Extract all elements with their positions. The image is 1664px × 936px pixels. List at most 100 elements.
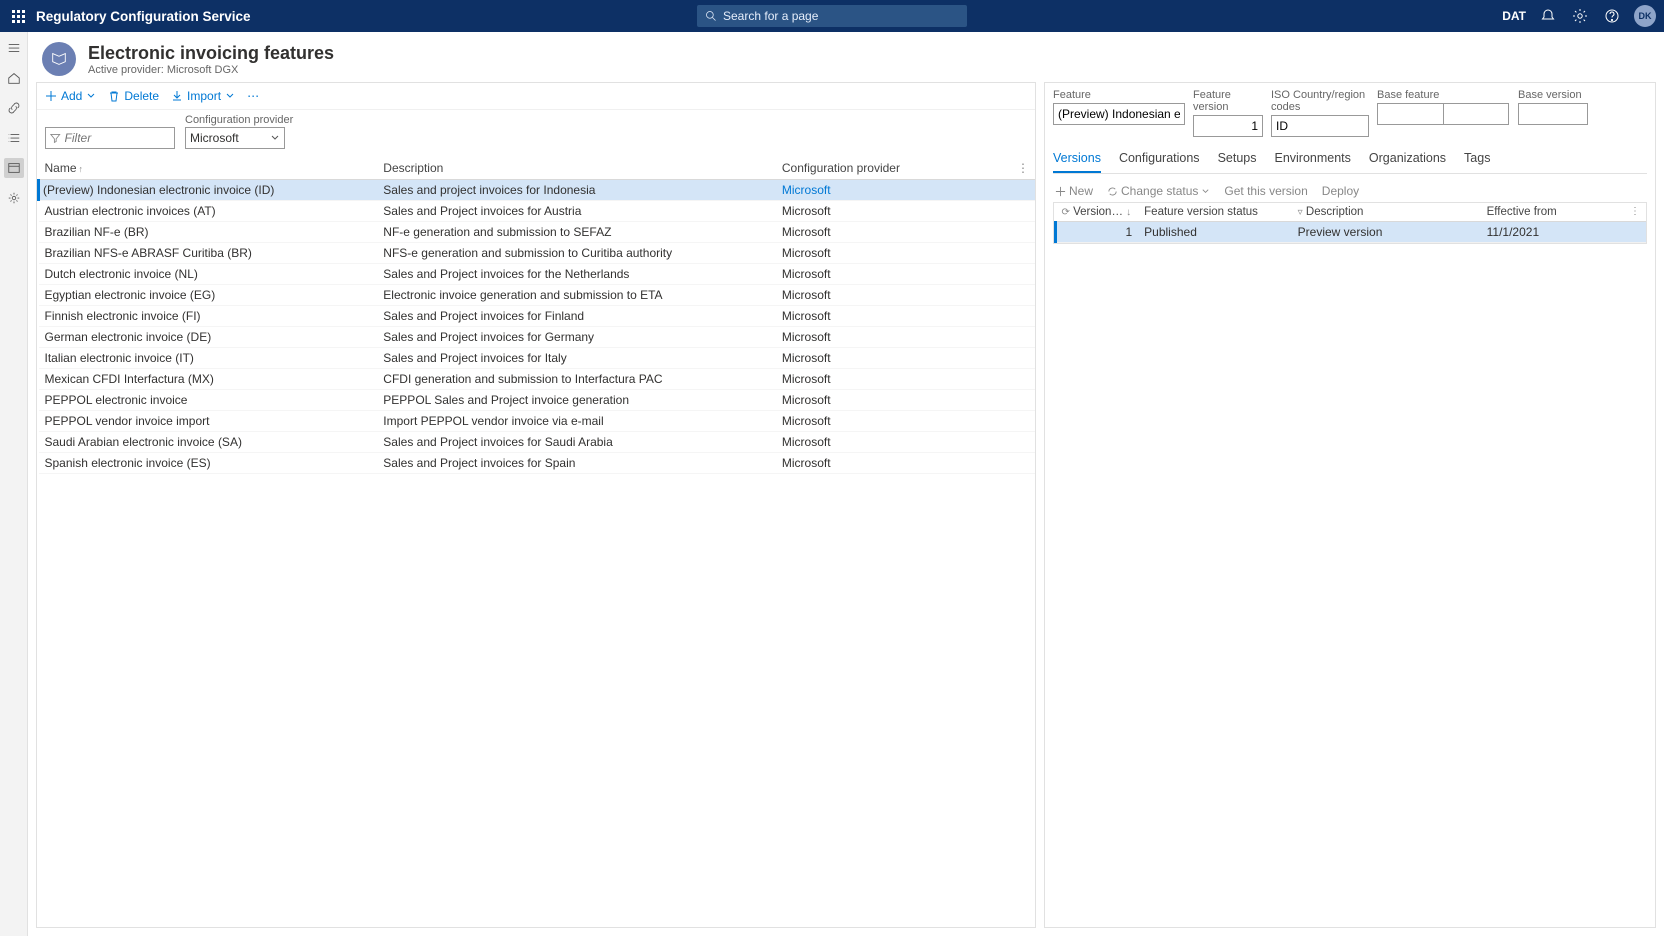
cell-desc: NFS-e generation and submission to Curit… <box>377 243 776 264</box>
nav-hamburger-icon[interactable] <box>4 38 24 58</box>
version-row[interactable]: 1PublishedPreview version11/1/2021 <box>1056 222 1647 243</box>
table-row[interactable]: PEPPOL vendor invoice importImport PEPPO… <box>39 411 1036 432</box>
filter-field[interactable] <box>65 131 170 145</box>
get-version-button[interactable]: Get this version <box>1224 184 1307 198</box>
vcol-desc[interactable]: ▿ Description <box>1292 203 1481 222</box>
vcell-version: 1 <box>1056 222 1139 243</box>
cell-prov: Microsoft <box>776 201 1035 222</box>
basefeat-field2[interactable] <box>1443 103 1509 125</box>
version-field[interactable] <box>1193 115 1263 137</box>
page-header: Electronic invoicing features Active pro… <box>28 32 1664 82</box>
table-row[interactable]: Brazilian NFS-e ABRASF Curitiba (BR)NFS-… <box>39 243 1036 264</box>
tab-organizations[interactable]: Organizations <box>1369 145 1446 173</box>
cell-prov: Microsoft <box>776 222 1035 243</box>
table-row[interactable]: Egyptian electronic invoice (EG)Electron… <box>39 285 1036 306</box>
cell-prov: Microsoft <box>776 411 1035 432</box>
vcell-status: Published <box>1138 222 1292 243</box>
notifications-icon[interactable] <box>1538 6 1558 26</box>
get-label: Get this version <box>1224 184 1307 198</box>
table-row[interactable]: (Preview) Indonesian electronic invoice … <box>39 180 1036 201</box>
tab-environments[interactable]: Environments <box>1274 145 1350 173</box>
nav-gear-icon[interactable] <box>4 188 24 208</box>
deploy-label: Deploy <box>1322 184 1359 198</box>
basefeat-field[interactable] <box>1377 103 1443 125</box>
company-code[interactable]: DAT <box>1502 9 1526 23</box>
cell-desc: Sales and Project invoices for Germany <box>377 327 776 348</box>
table-row[interactable]: Mexican CFDI Interfactura (MX)CFDI gener… <box>39 369 1036 390</box>
col-prov[interactable]: Configuration provider⋮ <box>776 157 1035 180</box>
tab-tags[interactable]: Tags <box>1464 145 1490 173</box>
nav-list-icon[interactable] <box>4 128 24 148</box>
table-row[interactable]: Saudi Arabian electronic invoice (SA)Sal… <box>39 432 1036 453</box>
filter-input[interactable] <box>45 127 175 149</box>
detail-panel: Feature Feature version ISO Country/regi… <box>1044 82 1656 928</box>
main-area: Electronic invoicing features Active pro… <box>28 32 1664 936</box>
tab-setups[interactable]: Setups <box>1218 145 1257 173</box>
versions-toolbar: New Change status Get this version Deplo… <box>1053 180 1647 202</box>
table-row[interactable]: Spanish electronic invoice (ES)Sales and… <box>39 453 1036 474</box>
nav-link-icon[interactable] <box>4 98 24 118</box>
feature-label: Feature <box>1053 89 1185 101</box>
features-toolbar: Add Delete Import ⋯ <box>37 83 1035 110</box>
nav-home-icon[interactable] <box>4 68 24 88</box>
trash-icon <box>108 90 120 102</box>
chevron-down-icon <box>225 91 235 101</box>
table-row[interactable]: Italian electronic invoice (IT)Sales and… <box>39 348 1036 369</box>
add-button[interactable]: Add <box>45 89 96 103</box>
col-name[interactable]: Name↑ <box>39 157 378 180</box>
settings-icon[interactable] <box>1570 6 1590 26</box>
table-row[interactable]: Dutch electronic invoice (NL)Sales and P… <box>39 264 1036 285</box>
vcol-status[interactable]: Feature version status <box>1138 203 1292 222</box>
tab-versions[interactable]: Versions <box>1053 145 1101 173</box>
change-status-button[interactable]: Change status <box>1107 184 1210 198</box>
import-button[interactable]: Import <box>171 89 235 103</box>
iso-field[interactable] <box>1271 115 1369 137</box>
cell-name: Brazilian NF-e (BR) <box>39 222 378 243</box>
cell-name: PEPPOL electronic invoice <box>39 390 378 411</box>
table-row[interactable]: German electronic invoice (DE)Sales and … <box>39 327 1036 348</box>
col-desc[interactable]: Description <box>377 157 776 180</box>
vcol-version[interactable]: ⟳ Version… ↓ <box>1056 203 1139 222</box>
nav-window-icon[interactable] <box>4 158 24 178</box>
tab-configurations[interactable]: Configurations <box>1119 145 1200 173</box>
new-version-button[interactable]: New <box>1055 184 1093 198</box>
app-launcher-icon[interactable] <box>8 6 28 26</box>
cell-desc: Sales and Project invoices for the Nethe… <box>377 264 776 285</box>
brand-title: Regulatory Configuration Service <box>36 9 251 24</box>
table-row[interactable]: Finnish electronic invoice (FI)Sales and… <box>39 306 1036 327</box>
user-avatar[interactable]: DK <box>1634 5 1656 27</box>
provider-select: Configuration provider Microsoft <box>185 114 293 149</box>
vcell-eff: 11/1/2021 <box>1481 222 1646 243</box>
overflow-button[interactable]: ⋯ <box>247 89 259 103</box>
help-icon[interactable] <box>1602 6 1622 26</box>
feature-field[interactable] <box>1053 103 1185 125</box>
content: Add Delete Import ⋯ <box>28 82 1664 936</box>
cell-prov: Microsoft <box>776 285 1035 306</box>
table-row[interactable]: PEPPOL electronic invoicePEPPOL Sales an… <box>39 390 1036 411</box>
basever-field[interactable] <box>1518 103 1588 125</box>
cell-prov: Microsoft <box>776 243 1035 264</box>
provider-dropdown[interactable]: Microsoft <box>185 127 285 149</box>
cell-prov: Microsoft <box>776 390 1035 411</box>
delete-button[interactable]: Delete <box>108 89 159 103</box>
add-label: Add <box>61 89 82 103</box>
search-input[interactable] <box>723 9 959 23</box>
deploy-button[interactable]: Deploy <box>1322 184 1359 198</box>
page-subtitle: Active provider: Microsoft DGX <box>88 64 334 76</box>
table-row[interactable]: Austrian electronic invoices (AT)Sales a… <box>39 201 1036 222</box>
versions-table: ⟳ Version… ↓ Feature version status ▿ De… <box>1053 202 1647 244</box>
vcol-eff[interactable]: Effective from⋮ <box>1481 203 1646 222</box>
import-label: Import <box>187 89 221 103</box>
version-label: Feature version <box>1193 89 1263 113</box>
table-row[interactable]: Brazilian NF-e (BR)NF-e generation and s… <box>39 222 1036 243</box>
import-icon <box>171 90 183 102</box>
page-icon <box>42 42 76 76</box>
cell-name: Egyptian electronic invoice (EG) <box>39 285 378 306</box>
cell-desc: Sales and Project invoices for Spain <box>377 453 776 474</box>
cell-desc: PEPPOL Sales and Project invoice generat… <box>377 390 776 411</box>
vcell-desc: Preview version <box>1292 222 1481 243</box>
detail-fields: Feature Feature version ISO Country/regi… <box>1053 89 1647 137</box>
cell-prov: Microsoft <box>776 327 1035 348</box>
search-box[interactable] <box>697 5 967 27</box>
cell-desc: Electronic invoice generation and submis… <box>377 285 776 306</box>
